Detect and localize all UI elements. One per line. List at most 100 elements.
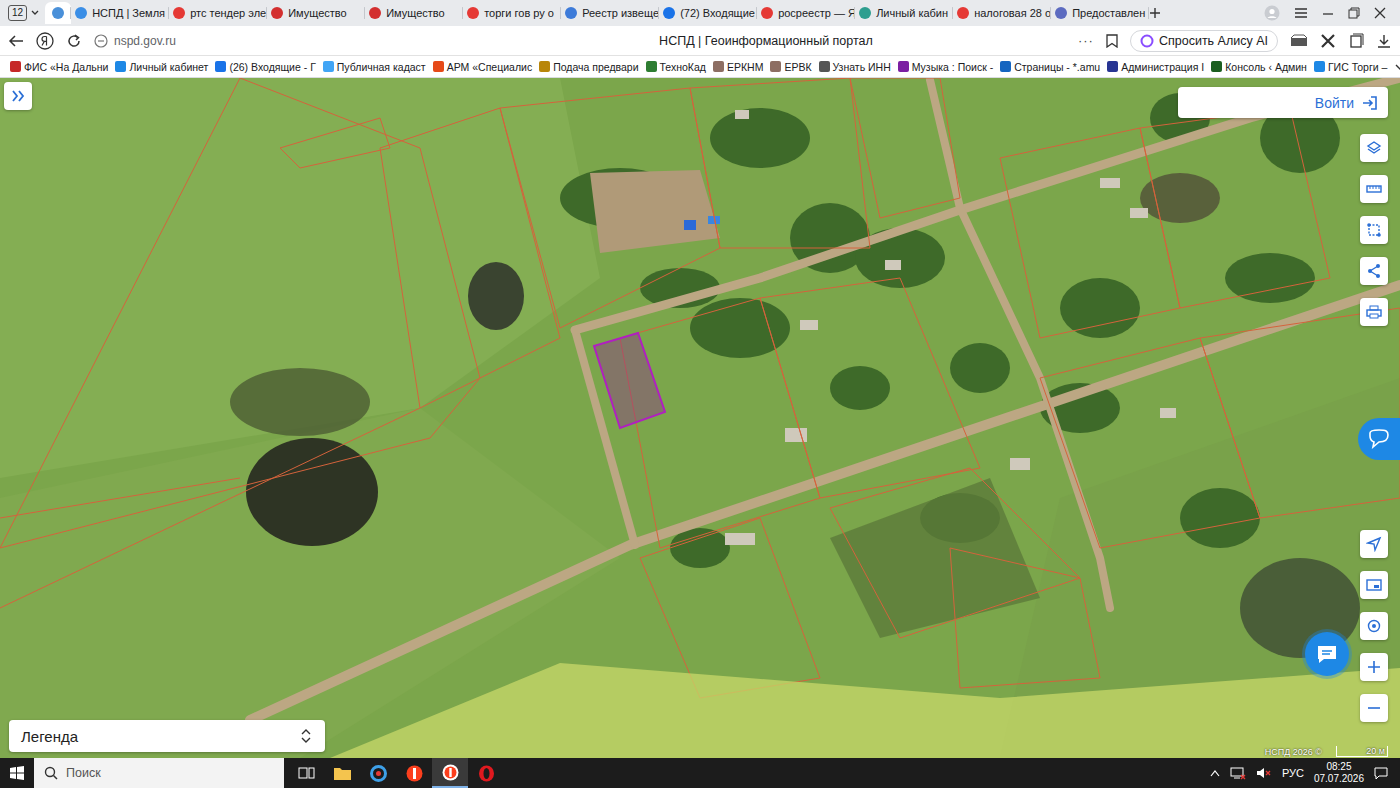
tab-counter[interactable]: 12 [0,3,45,23]
browser-tab[interactable]: (72) Входящие [659,2,757,24]
url-text[interactable]: nspd.gov.ru [114,34,176,48]
roads [250,78,1400,720]
alice-button[interactable]: Спросить Алису AI [1130,30,1278,52]
share-button[interactable] [1360,257,1388,285]
search-icon [44,766,58,780]
bookmark-label: Подача предвари [553,61,638,73]
collections-icon[interactable] [1348,33,1364,49]
taskbar-app[interactable] [324,758,360,788]
legend-panel[interactable]: Легенда [9,720,325,752]
taskbar-app[interactable] [432,758,468,788]
feedback-tab[interactable] [1358,418,1400,460]
location-button[interactable] [1360,612,1388,640]
url-field[interactable]: nspd.gov.ru [94,34,454,48]
bookmark[interactable]: Страницы - *.amu [1000,61,1100,73]
tab-label: Реестр извеще [582,7,659,19]
browser-tab[interactable]: Имущество [365,2,463,24]
bookmark-icon [713,61,724,72]
bookmark[interactable]: Администрация I [1107,61,1204,73]
print-button[interactable] [1360,298,1388,326]
downloads-icon[interactable] [1376,33,1392,49]
navigate-button[interactable] [1360,530,1388,558]
ruler-icon [1366,181,1382,197]
bookmark-icon [1314,61,1325,72]
browser-tab[interactable]: налоговая 28 о [953,2,1051,24]
zoom-in-button[interactable] [1360,653,1388,681]
browser-tab[interactable]: Предоставлен [1051,2,1149,24]
favicon-icon [565,7,577,19]
expand-panel-button[interactable] [4,82,32,110]
bookmarks-more-icon[interactable] [1394,61,1400,73]
bookmark[interactable]: ЕРВК [770,61,811,73]
bookmark[interactable]: Подача предвари [539,61,638,73]
search-placeholder: Поиск [66,766,101,780]
minimize-icon[interactable] [1322,7,1334,19]
feedback-icon [1368,429,1390,449]
close-icon[interactable] [1374,7,1386,19]
bookmark[interactable]: ЕРКНМ [713,61,763,73]
bookmark[interactable]: ГИС Торги – [1314,61,1387,73]
back-icon[interactable] [8,34,24,48]
start-button[interactable] [0,766,34,780]
bookmark-icon [770,61,781,72]
bookmark[interactable]: Личный кабинет [115,61,208,73]
expand-toggle-icon [301,728,311,744]
profile-icon[interactable] [1264,5,1280,21]
new-tab-icon[interactable] [1149,7,1161,19]
bookmark[interactable]: Публичная кадаст [323,61,426,73]
notifications-icon[interactable] [1374,766,1388,780]
browser-tab[interactable]: Имущество [267,2,365,24]
map[interactable]: ВойтиЛегендаНСПД 2026 ©20 м [0,78,1400,758]
taskbar-app[interactable] [360,758,396,788]
login-button[interactable]: Войти [1178,87,1388,118]
extensions-icon[interactable] [1320,33,1336,49]
minimap-button[interactable] [1360,571,1388,599]
tab-label: Предоставлен [1072,7,1145,19]
taskbar-app[interactable] [288,758,324,788]
browser-tab[interactable]: Личный кабин [855,2,953,24]
bookmark[interactable]: АРМ «Специалис [433,61,532,73]
area-select-button[interactable] [1360,216,1388,244]
browser-tab[interactable]: НСПД | Земля [71,2,169,24]
tab-label: росреестр — Я [778,7,855,19]
taskbar-app[interactable] [468,758,504,788]
taskbar-app[interactable] [396,758,432,788]
bookmark-icon [323,61,334,72]
login-icon [1362,95,1378,111]
browser-tab[interactable]: Реестр извеще [561,2,659,24]
search-box[interactable]: Поиск [34,758,284,788]
browser-tab[interactable]: росреестр — Я [757,2,855,24]
wallet-icon[interactable] [1290,34,1308,48]
yellow-zone [330,663,1400,758]
bookmark-label: ЕРВК [784,61,811,73]
bookmark[interactable]: ТехноКад [646,61,706,73]
selected-parcel[interactable] [594,333,665,428]
satellite-map[interactable] [0,78,1400,758]
bookmark[interactable]: Узнать ИНН [819,61,891,73]
tray-chevron-icon[interactable] [1210,769,1220,777]
zoom-out-button[interactable] [1360,694,1388,722]
bookmark[interactable]: Консоль ‹ Админ [1211,61,1307,73]
bookmark[interactable]: Музыка : Поиск - [898,61,993,73]
menu-icon[interactable] [1294,7,1308,19]
layers-button[interactable] [1360,134,1388,162]
ruler-button[interactable] [1360,175,1388,203]
bookmark[interactable]: ФИС «На Дальни [10,61,108,73]
network-icon[interactable] [1230,766,1246,780]
browser-tab[interactable]: ртс тендер эле [169,2,267,24]
more-button[interactable]: ··· [1078,33,1094,48]
chat-button[interactable] [1305,632,1349,676]
browser-tab[interactable] [45,2,71,24]
tab-label: торги гов ру о [484,7,554,19]
site-info-icon[interactable] [94,34,108,48]
browser-tab[interactable]: торги гов ру о [463,2,561,24]
clock[interactable]: 08:2507.07.2026 [1314,761,1364,785]
reload-icon[interactable] [66,33,82,49]
volume-icon[interactable] [1256,766,1272,780]
tab-label: Имущество [288,7,347,19]
yandex-icon[interactable] [36,32,54,50]
bookmark-icon[interactable] [1106,34,1118,48]
input-language[interactable]: РУС [1282,767,1304,779]
restore-icon[interactable] [1348,7,1360,19]
bookmark[interactable]: (26) Входящие - Г [215,61,315,73]
